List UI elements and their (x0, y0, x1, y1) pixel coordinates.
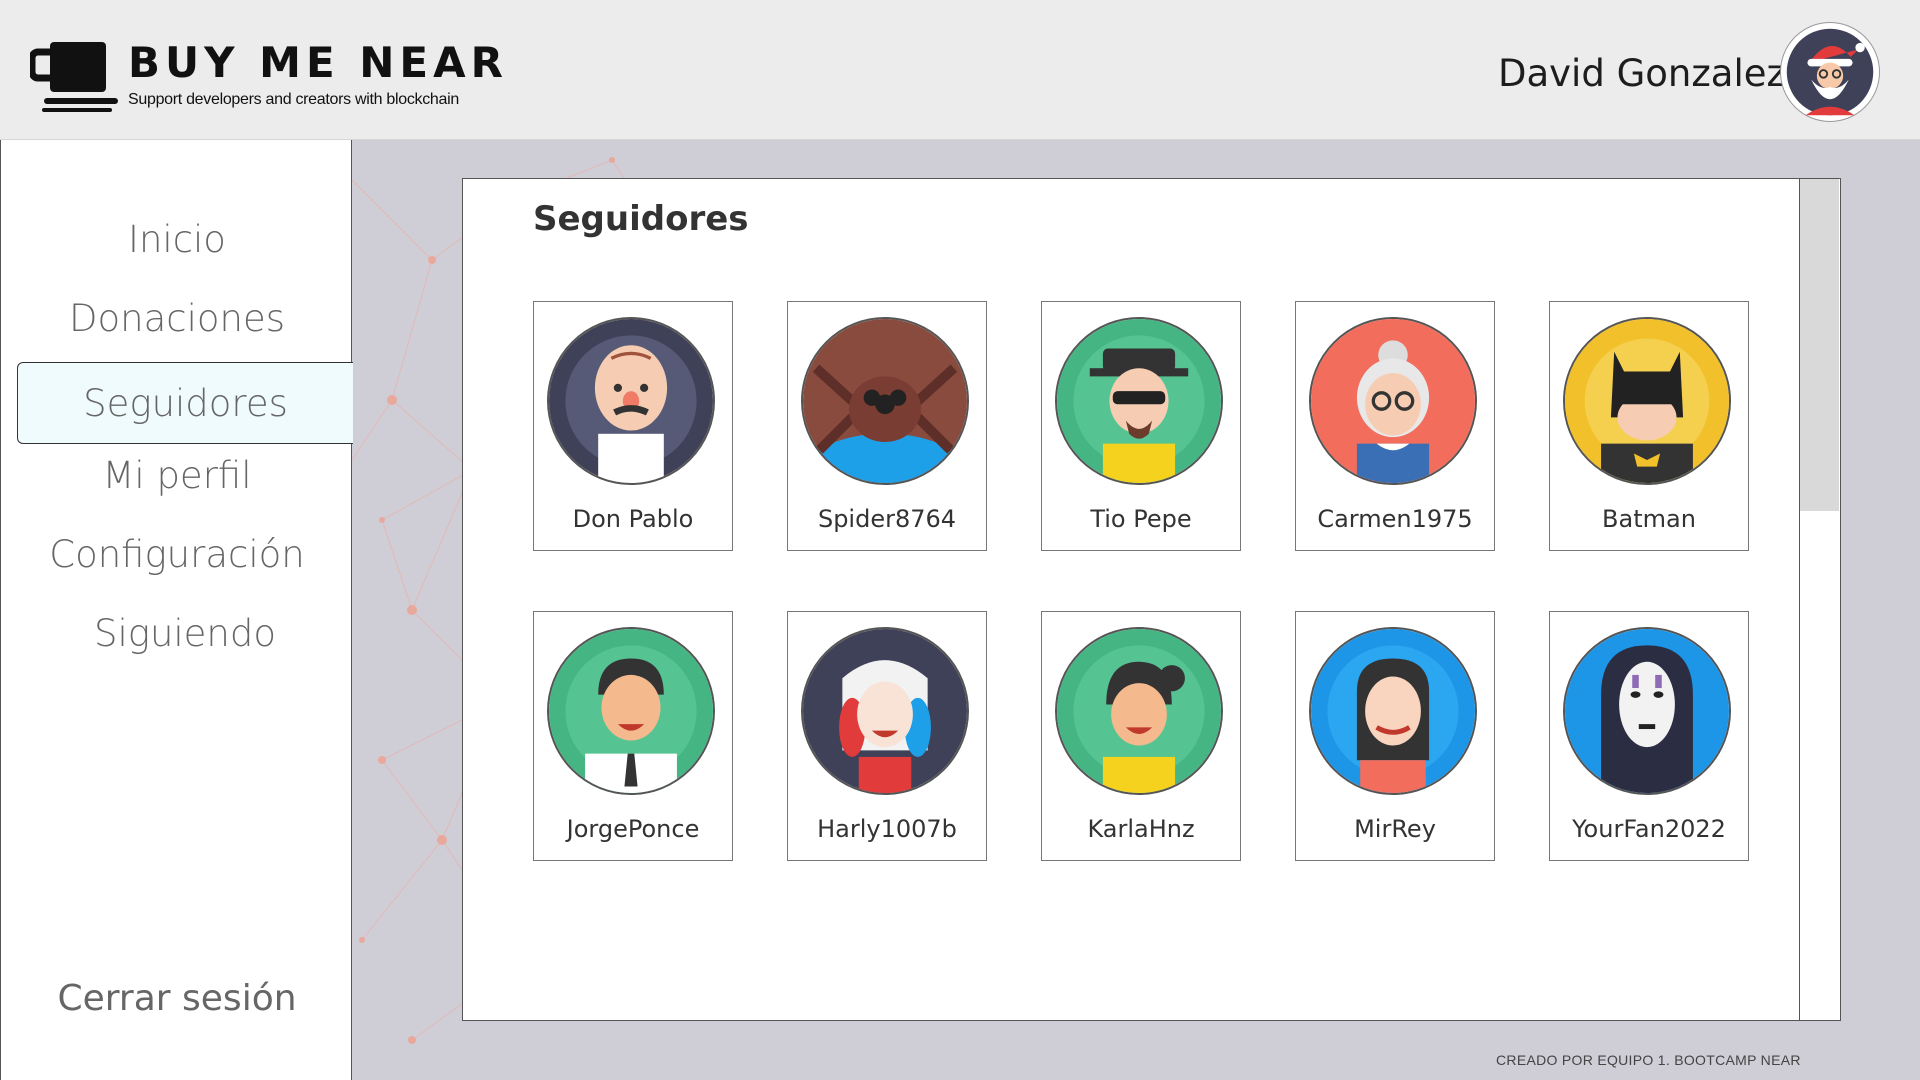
harley-avatar-icon (801, 627, 969, 795)
follower-card[interactable]: Harly1007b (787, 611, 987, 861)
heisenberg-avatar-icon (1055, 317, 1223, 485)
sidebar-item-configuracion[interactable]: Configuración (1, 533, 353, 576)
follower-card[interactable]: Carmen1975 (1295, 301, 1495, 551)
follower-card[interactable]: Spider8764 (787, 301, 987, 551)
logout-button[interactable]: Cerrar sesión (1, 978, 353, 1019)
coffee-cup-icon[interactable] (28, 38, 120, 118)
sidebar-item-seguidores[interactable]: Seguidores (17, 362, 353, 444)
follower-card[interactable]: KarlaHnz (1041, 611, 1241, 861)
brand-title: BUY ME NEAR (128, 38, 508, 87)
follower-name: Tio Pepe (1090, 505, 1192, 533)
follower-name: Don Pablo (572, 505, 694, 533)
footer-credit: CREADO POR EQUIPO 1. BOOTCAMP NEAR (1496, 1052, 1801, 1068)
follower-name: Batman (1602, 505, 1696, 533)
sidebar-item-inicio[interactable]: Inicio (1, 218, 353, 261)
follower-name: Harly1007b (817, 815, 957, 843)
sidebar: Inicio Donaciones Seguidores Mi perfil C… (0, 140, 353, 1080)
panel-scrollbar[interactable] (1799, 179, 1840, 1020)
follower-card[interactable]: YourFan2022 (1549, 611, 1749, 861)
brand-subtitle: Support developers and creators with blo… (128, 91, 459, 108)
page-title: Seguidores (533, 199, 749, 239)
follower-name: Carmen1975 (1317, 505, 1473, 533)
follower-card[interactable]: Batman (1549, 301, 1749, 551)
scrollbar-thumb[interactable] (1800, 179, 1839, 511)
follower-name: Spider8764 (817, 505, 957, 533)
follower-name: KarlaHnz (1087, 815, 1195, 843)
girl-avatar-icon (1055, 627, 1223, 795)
follower-name: JorgePonce (566, 815, 700, 843)
woman-wink-avatar-icon (1309, 627, 1477, 795)
spider-avatar-icon (801, 317, 969, 485)
man-suit-avatar-icon (547, 627, 715, 795)
santa-avatar-icon[interactable] (1780, 22, 1880, 122)
sidebar-item-mi-perfil[interactable]: Mi perfil (1, 454, 353, 497)
sidebar-item-siguiendo[interactable]: Siguiendo (9, 612, 361, 655)
sidebar-item-donaciones[interactable]: Donaciones (1, 297, 353, 340)
user-name[interactable]: David Gonzalez (1498, 52, 1786, 95)
follower-name: MirRey (1354, 815, 1436, 843)
old-man-avatar-icon (547, 317, 715, 485)
follower-card[interactable]: Tio Pepe (1041, 301, 1241, 551)
follower-card[interactable]: JorgePonce (533, 611, 733, 861)
no-face-avatar-icon (1563, 627, 1731, 795)
batman-avatar-icon (1563, 317, 1731, 485)
follower-card[interactable]: Don Pablo (533, 301, 733, 551)
followers-panel: Seguidores Don Pablo Spider8764 Tio Pepe (462, 178, 1841, 1021)
grandma-avatar-icon (1309, 317, 1477, 485)
app-header: BUY ME NEAR Support developers and creat… (0, 0, 1920, 140)
follower-card[interactable]: MirRey (1295, 611, 1495, 861)
follower-name: YourFan2022 (1572, 815, 1726, 843)
